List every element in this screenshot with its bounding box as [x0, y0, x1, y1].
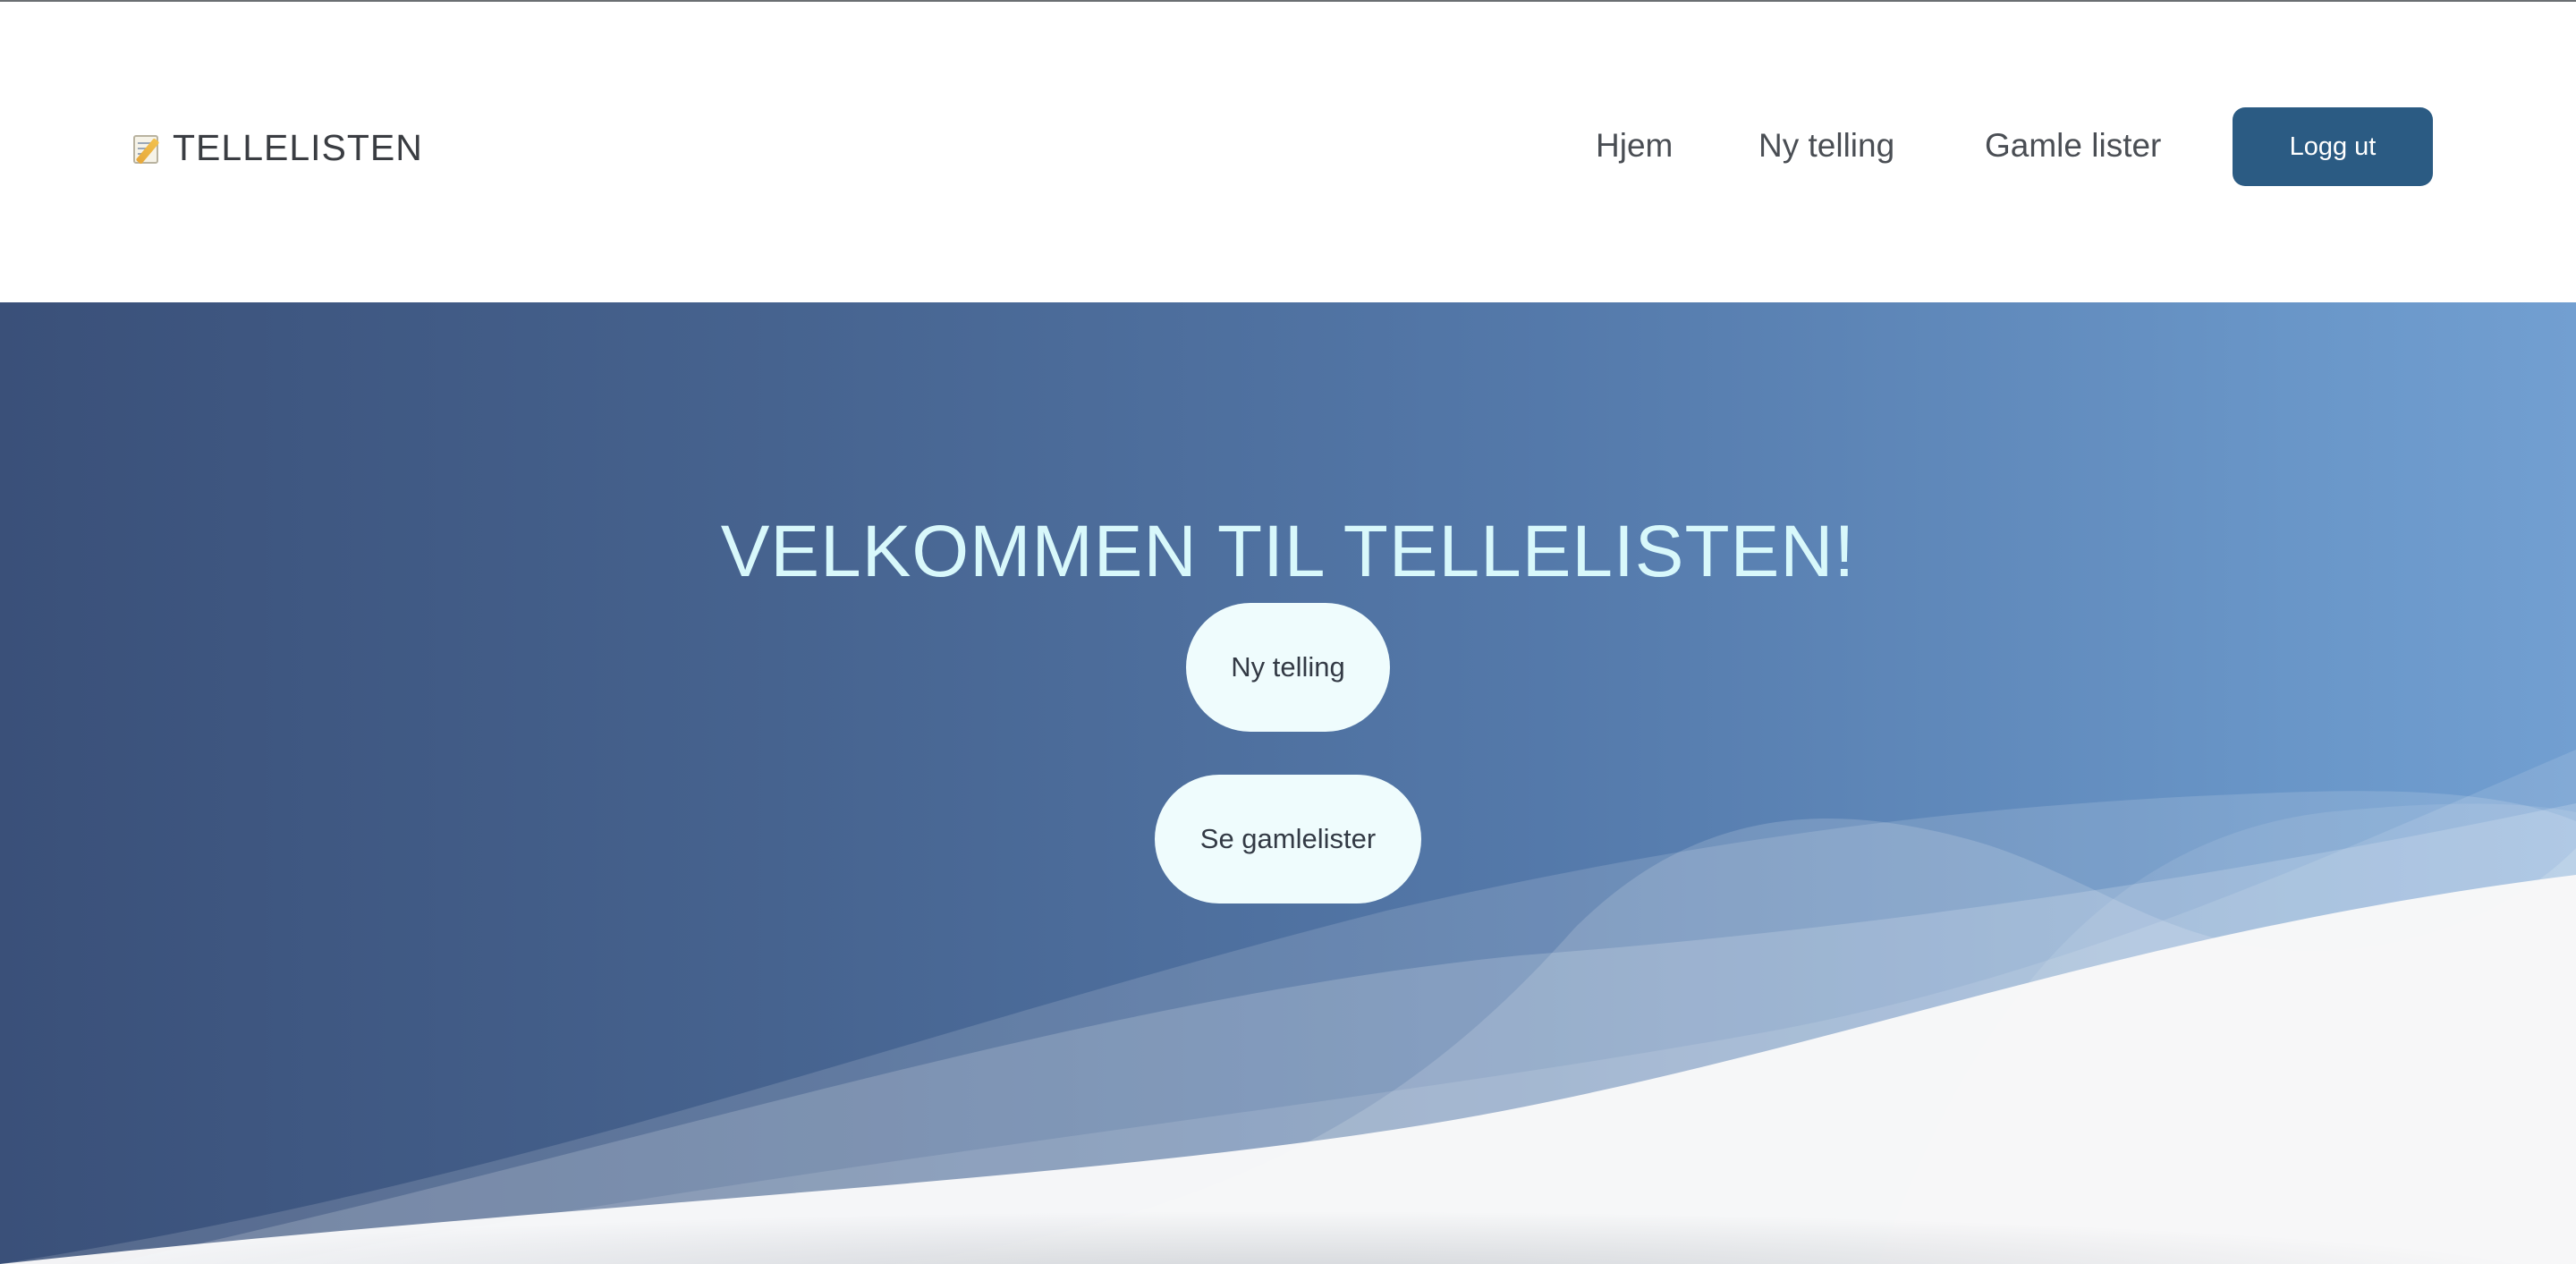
page: TELLELISTEN Hjem Ny telling Gamle lister…	[0, 0, 2576, 1264]
brand-logo[interactable]: TELLELISTEN	[130, 127, 423, 169]
new-count-button[interactable]: Ny telling	[1186, 603, 1390, 732]
bottom-shadow	[0, 1210, 2576, 1264]
old-lists-button[interactable]: Se gamlelister	[1155, 775, 1421, 903]
brand-title: TELLELISTEN	[173, 127, 423, 168]
hero-title: VELKOMMEN TIL TELLELISTEN!	[720, 510, 1856, 592]
nav-link-hjem[interactable]: Hjem	[1596, 119, 1673, 173]
site-header: TELLELISTEN Hjem Ny telling Gamle lister…	[0, 2, 2576, 302]
logout-button[interactable]: Logg ut	[2233, 107, 2433, 186]
nav-link-ny-telling[interactable]: Ny telling	[1758, 119, 1894, 173]
memo-icon	[130, 131, 164, 165]
nav-link-gamle-lister[interactable]: Gamle lister	[1985, 119, 2161, 173]
hero-section: VELKOMMEN TIL TELLELISTEN! Ny telling Se…	[0, 302, 2576, 1264]
